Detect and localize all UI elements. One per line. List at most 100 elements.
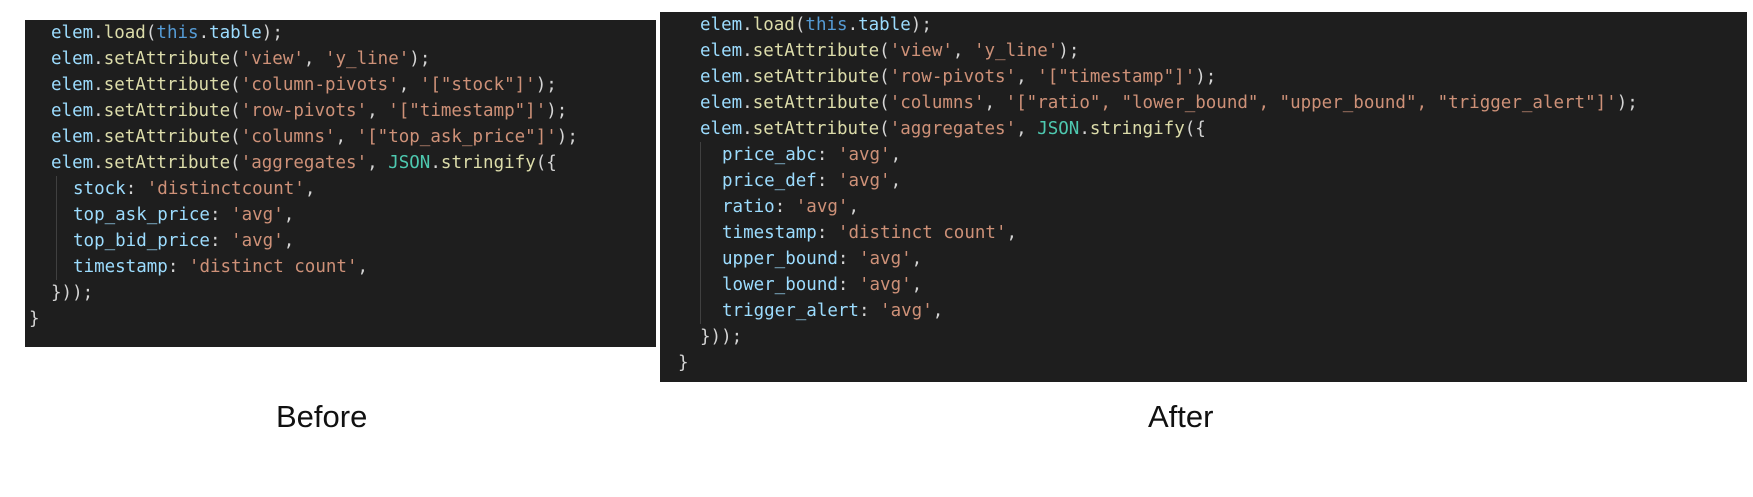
code-line: upper_bound: 'avg', [660, 246, 1747, 272]
code-token-string: 'distinctcount' [146, 179, 305, 199]
code-line: price_def: 'avg', [660, 168, 1747, 194]
code-token-function: load [103, 23, 146, 43]
code-text: elem.setAttribute('columns', '["top_ask_… [51, 124, 578, 150]
code-token-punctuation: })); [51, 283, 94, 303]
code-token-string: 'avg' [858, 249, 912, 269]
code-token-punctuation: ); [556, 127, 578, 147]
indent-guide [700, 220, 701, 246]
code-text: price_abc: 'avg', [722, 142, 901, 168]
code-token-punctuation: , [1016, 67, 1038, 87]
code-token-punctuation: , [367, 101, 389, 121]
code-token-punctuation: ( [145, 23, 157, 43]
code-line: lower_bound: 'avg', [660, 272, 1747, 298]
code-line: elem.setAttribute('row-pivots', '["times… [660, 64, 1747, 90]
code-token-class: JSON [388, 153, 431, 173]
code-token-identifier: lower_bound [722, 275, 838, 295]
code-token-identifier: timestamp [73, 257, 168, 277]
code-token-punctuation: ( [230, 101, 241, 121]
code-token-function: setAttribute [103, 101, 231, 121]
code-line: } [25, 306, 656, 332]
code-token-punctuation: . [742, 41, 753, 61]
code-token-punctuation: : [816, 223, 838, 243]
code-token-punctuation: , [303, 49, 325, 69]
code-token-identifier: table [209, 23, 262, 43]
code-token-punctuation: ({ [535, 153, 557, 173]
code-token-punctuation: ); [910, 15, 932, 35]
code-token-punctuation: ); [535, 75, 557, 95]
code-text: price_def: 'avg', [722, 168, 901, 194]
code-token-string: 'y_line' [973, 41, 1059, 61]
code-token-punctuation: , [398, 75, 420, 95]
code-token-string: 'avg' [858, 275, 912, 295]
code-token-identifier: elem [700, 93, 743, 113]
code-token-punctuation: ( [230, 153, 241, 173]
code-token-string: 'avg' [837, 171, 891, 191]
code-token-punctuation: : [125, 179, 147, 199]
code-text: elem.setAttribute('view', 'y_line'); [700, 38, 1079, 64]
code-token-punctuation: ( [230, 75, 241, 95]
code-token-identifier: elem [51, 23, 94, 43]
code-token-punctuation: ({ [1184, 119, 1206, 139]
code-line: top_ask_price: 'avg', [25, 202, 656, 228]
code-token-string: 'avg' [231, 205, 284, 225]
code-token-punctuation: , [932, 301, 944, 321]
indent-guide [700, 298, 701, 324]
code-text: elem.load(this.table); [700, 12, 932, 38]
code-text: top_bid_price: 'avg', [73, 228, 294, 254]
indent-guide [700, 272, 701, 298]
code-token-identifier: table [858, 15, 911, 35]
code-token-punctuation: ( [230, 49, 241, 69]
code-token-string: 'y_line' [324, 49, 410, 69]
code-token-function: setAttribute [752, 67, 880, 87]
code-line: elem.setAttribute('columns', '["ratio", … [660, 90, 1747, 116]
code-token-punctuation: : [837, 275, 859, 295]
code-token-punctuation: , [357, 257, 369, 277]
code-token-punctuation: , [952, 41, 974, 61]
code-token-punctuation: . [742, 67, 753, 87]
code-token-punctuation: . [93, 23, 104, 43]
code-token-string: 'row-pivots' [889, 67, 1017, 87]
code-token-function: load [752, 15, 795, 35]
code-text: lower_bound: 'avg', [722, 272, 922, 298]
indent-guide [56, 176, 57, 202]
code-token-function: setAttribute [103, 127, 231, 147]
code-token-identifier: upper_bound [722, 249, 838, 269]
code-token-identifier: timestamp [722, 223, 817, 243]
code-token-keyword: this [156, 23, 199, 43]
code-token-punctuation: , [984, 93, 1006, 113]
code-token-punctuation: , [1006, 223, 1018, 243]
code-token-function: setAttribute [752, 119, 880, 139]
code-token-punctuation: : [167, 257, 189, 277]
code-token-class: JSON [1037, 119, 1080, 139]
indent-guide [56, 202, 57, 228]
code-token-punctuation: . [742, 15, 753, 35]
code-token-punctuation: } [29, 309, 40, 329]
code-text: elem.setAttribute('aggregates', JSON.str… [51, 150, 557, 176]
code-token-function: setAttribute [752, 93, 880, 113]
code-token-string: '["timestamp"]' [1037, 67, 1196, 87]
code-token-punctuation: , [283, 231, 295, 251]
code-token-string: 'row-pivots' [240, 101, 368, 121]
code-token-punctuation: . [93, 127, 104, 147]
code-token-punctuation: , [911, 275, 923, 295]
code-line: top_bid_price: 'avg', [25, 228, 656, 254]
code-token-punctuation: . [742, 93, 753, 113]
code-token-punctuation: : [209, 231, 232, 251]
code-token-function: stringify [440, 153, 536, 173]
code-line: })); [660, 324, 1747, 350]
code-line: } [660, 350, 1747, 376]
code-token-punctuation: , [304, 179, 316, 199]
code-token-string: 'view' [240, 49, 304, 69]
code-token-string: 'view' [889, 41, 953, 61]
code-token-identifier: price_def [722, 171, 817, 191]
indent-guide [700, 194, 701, 220]
code-token-punctuation: , [283, 205, 295, 225]
code-token-string: 'distinct count' [188, 257, 358, 277]
code-line: elem.setAttribute('row-pivots', '["times… [25, 98, 656, 124]
code-token-identifier: ratio [722, 197, 775, 217]
code-token-punctuation: : [774, 197, 796, 217]
code-text: elem.setAttribute('row-pivots', '["times… [51, 98, 567, 124]
code-line: elem.setAttribute('columns', '["top_ask_… [25, 124, 656, 150]
code-token-function: setAttribute [752, 41, 880, 61]
code-token-punctuation: : [816, 145, 838, 165]
